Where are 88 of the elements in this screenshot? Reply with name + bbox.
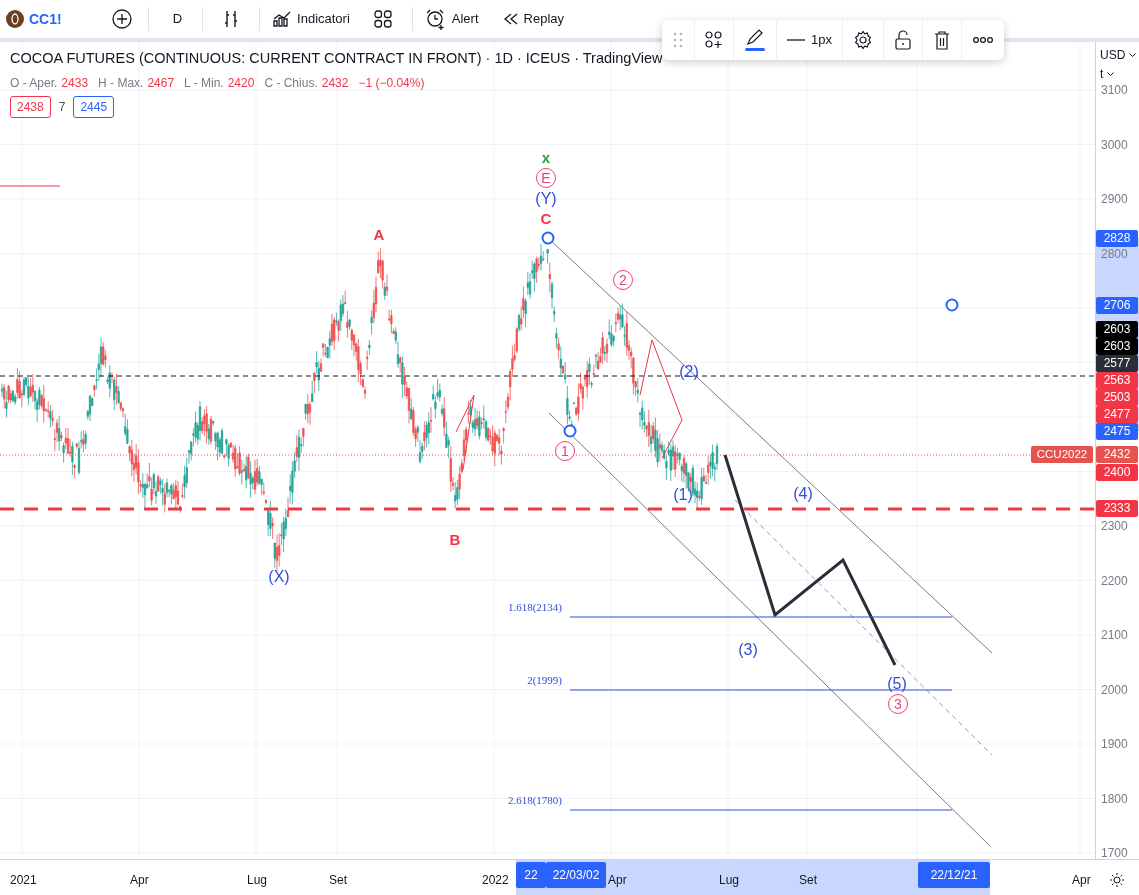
level-line [0,185,61,187]
circled-wave-label: E [536,168,556,188]
wave-label: C [540,210,552,227]
bars-icon [223,9,240,29]
spread-value: 7 [58,98,66,116]
grid-icon [373,10,392,28]
settings-icon[interactable] [1109,871,1125,888]
line-icon [787,38,805,42]
indicators-button[interactable]: Indicatori [264,0,358,38]
price-tick-label: 3100 [1101,82,1128,99]
chevron-icon [1107,71,1115,77]
anchor-handle[interactable] [563,424,577,438]
buy-price[interactable]: 2445 [73,95,115,118]
time-marker: 22/03/02 [546,862,606,888]
symbol-tag: CCU2022 [1031,446,1093,463]
wave-label: (Y) [535,190,557,207]
circled-wave-label: 1 [555,441,575,461]
price-tick-label: 2900 [1101,191,1128,208]
ohlc-label: H - Max. [98,74,144,92]
time-tick-label: Lug [719,872,740,889]
price-tick-label: 1900 [1101,736,1128,753]
chevron-icon [1129,52,1137,58]
cocoa-bean-icon [6,10,24,28]
chart-icon [272,10,293,28]
wave-label: (4) [793,485,813,502]
fibonacci-label: 1.618(2134) [507,601,562,613]
price-tag: 2333 [1096,499,1138,517]
plus-icon [111,9,132,29]
ohlc-label: L - Min. [184,74,224,92]
price-tick-label: 2200 [1101,572,1128,590]
settings-icon [852,30,873,50]
price-tag: 2432 [1096,445,1138,463]
price-tick-label: 2300 [1101,518,1128,535]
anchor-handle[interactable] [945,298,959,312]
time-marker: 22/12/21 [918,862,990,888]
time-tick-label: Set [329,872,347,889]
wave-label: (1) [673,486,693,503]
more-icon [971,36,994,44]
unlocked-padlock-icon [893,30,912,50]
time-tick-label: Apr [130,872,149,889]
rewind-icon [502,12,519,26]
symbol-button[interactable]: CC1! [0,0,70,38]
fibonacci-label: 2.618(1780) [507,794,562,806]
alarm-clock-icon [424,8,447,30]
time-tick-label: Apr [608,872,627,889]
wave-label: (3) [738,641,758,658]
wave-label: B [449,531,461,548]
alert-button[interactable]: Alert [416,0,487,38]
wave-label: (X) [268,568,290,585]
wave-label: (5) [887,675,907,692]
ohlc-label: C - Chius. [264,74,318,92]
price-tick-label: 1800 [1101,790,1128,808]
time-tick-label: 2022 [482,872,509,889]
trash-icon [932,30,951,50]
change-value: −1 (−0.04%) [358,74,425,92]
time-tick-label: Apr [1072,872,1091,889]
time-marker: 22 [516,862,546,888]
wave-label: A [373,226,385,243]
wave-label: x [541,149,551,166]
ohlc-value: 2420 [227,74,255,92]
circled-wave-label: 2 [613,270,633,290]
price-tick-label: 2100 [1101,627,1128,644]
replay-button[interactable]: Replay [494,0,572,38]
chart-title: COCOA FUTURES (CONTINUOUS: CURRENT CONTRACT IN FRONT) · 1D · ICEUS · TradingView [10,49,663,68]
pencil-icon [744,28,766,52]
fibonacci-label: 2(1999) [527,674,562,686]
price-tick-label: 3000 [1101,136,1128,154]
price-tag: 2828 [1096,229,1138,247]
line-width-button[interactable]: 1px [776,20,842,60]
ohlc-value: 2433 [61,74,89,92]
anchor-handle[interactable] [541,231,555,245]
ohlc-value: 2432 [321,74,349,92]
currency-selector[interactable]: USD [1100,46,1137,64]
wave-label: (2) [679,363,699,380]
price-tick-label: 1700 [1101,845,1128,862]
price-tick-label: 2000 [1101,681,1128,699]
circled-wave-label: 3 [888,694,908,714]
sell-price[interactable]: 2438 [10,95,51,118]
time-tick-label: 2021 [10,872,37,889]
ohlc-value: 2467 [147,74,175,92]
time-tick-label: Lug [247,872,268,889]
interval-button[interactable]: D [156,0,199,38]
unit-selector[interactable]: t [1100,65,1115,83]
time-tick-label: Set [799,872,817,889]
squares-plus-icon [705,31,723,49]
price-tick-label: 2800 [1101,245,1128,263]
ohlc-label: O - Aper. [10,74,58,92]
price-tag: 2400 [1096,463,1138,481]
